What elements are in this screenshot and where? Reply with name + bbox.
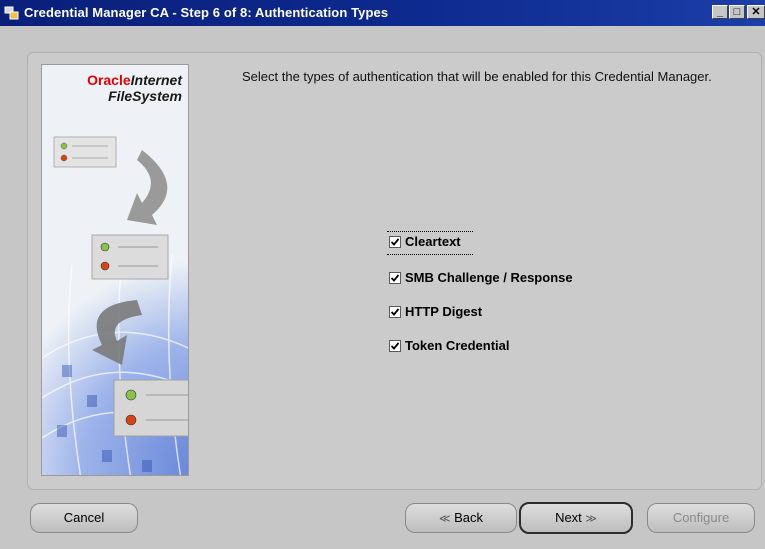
- checkbox-row-cleartext[interactable]: Cleartext: [387, 231, 473, 255]
- maximize-button[interactable]: □: [729, 5, 745, 19]
- side-illustration: [42, 65, 188, 475]
- window-title: Credential Manager CA - Step 6 of 8: Aut…: [24, 5, 389, 20]
- checkbox-http-digest[interactable]: [389, 305, 401, 318]
- checkmark-icon: [390, 273, 400, 282]
- wizard-side-image: [41, 64, 189, 476]
- close-icon: ✕: [751, 6, 761, 18]
- maximize-icon: □: [733, 6, 741, 18]
- next-button-label: Next: [555, 510, 582, 525]
- minimize-icon: _: [716, 6, 724, 18]
- oracle-ifs-logo: OracleInternet FileSystem: [52, 72, 182, 104]
- checkbox-row-token-credential[interactable]: Token Credential: [389, 338, 510, 353]
- configure-button[interactable]: Configure: [647, 503, 755, 533]
- logo-internet-text: Internet: [130, 72, 182, 88]
- checkbox-token-credential[interactable]: [389, 339, 401, 352]
- checkbox-label: Token Credential: [405, 338, 510, 353]
- configure-button-label: Configure: [672, 510, 730, 525]
- checkbox-label: HTTP Digest: [405, 304, 483, 319]
- checkbox-smb[interactable]: [389, 271, 401, 284]
- minimize-button[interactable]: _: [712, 5, 728, 19]
- back-button[interactable]: ≪ Back: [405, 503, 517, 533]
- logo-filesystem-text: FileSystem: [108, 88, 182, 104]
- checkbox-label: SMB Challenge / Response: [405, 270, 573, 285]
- checkbox-row-http-digest[interactable]: HTTP Digest: [389, 304, 482, 319]
- next-button[interactable]: Next ≫: [519, 502, 633, 534]
- title-bar[interactable]: Credential Manager CA - Step 6 of 8: Aut…: [0, 0, 765, 26]
- cancel-button-label: Cancel: [63, 510, 105, 525]
- back-arrow-icon: ≪: [438, 513, 451, 525]
- back-button-label: Back: [454, 510, 484, 525]
- logo-oracle-text: Oracle: [87, 72, 131, 88]
- checkbox-label: Cleartext: [405, 234, 461, 249]
- checkmark-icon: [390, 307, 400, 316]
- close-button[interactable]: ✕: [747, 5, 765, 19]
- checkbox-cleartext[interactable]: [389, 235, 401, 248]
- checkbox-row-smb[interactable]: SMB Challenge / Response: [389, 270, 573, 285]
- app-icon: [4, 6, 19, 20]
- cancel-button[interactable]: Cancel: [30, 503, 138, 533]
- checkmark-icon: [390, 341, 400, 350]
- checkmark-icon: [390, 237, 400, 246]
- instructions-text: Select the types of authentication that …: [242, 69, 712, 84]
- next-arrow-icon: ≫: [585, 513, 597, 525]
